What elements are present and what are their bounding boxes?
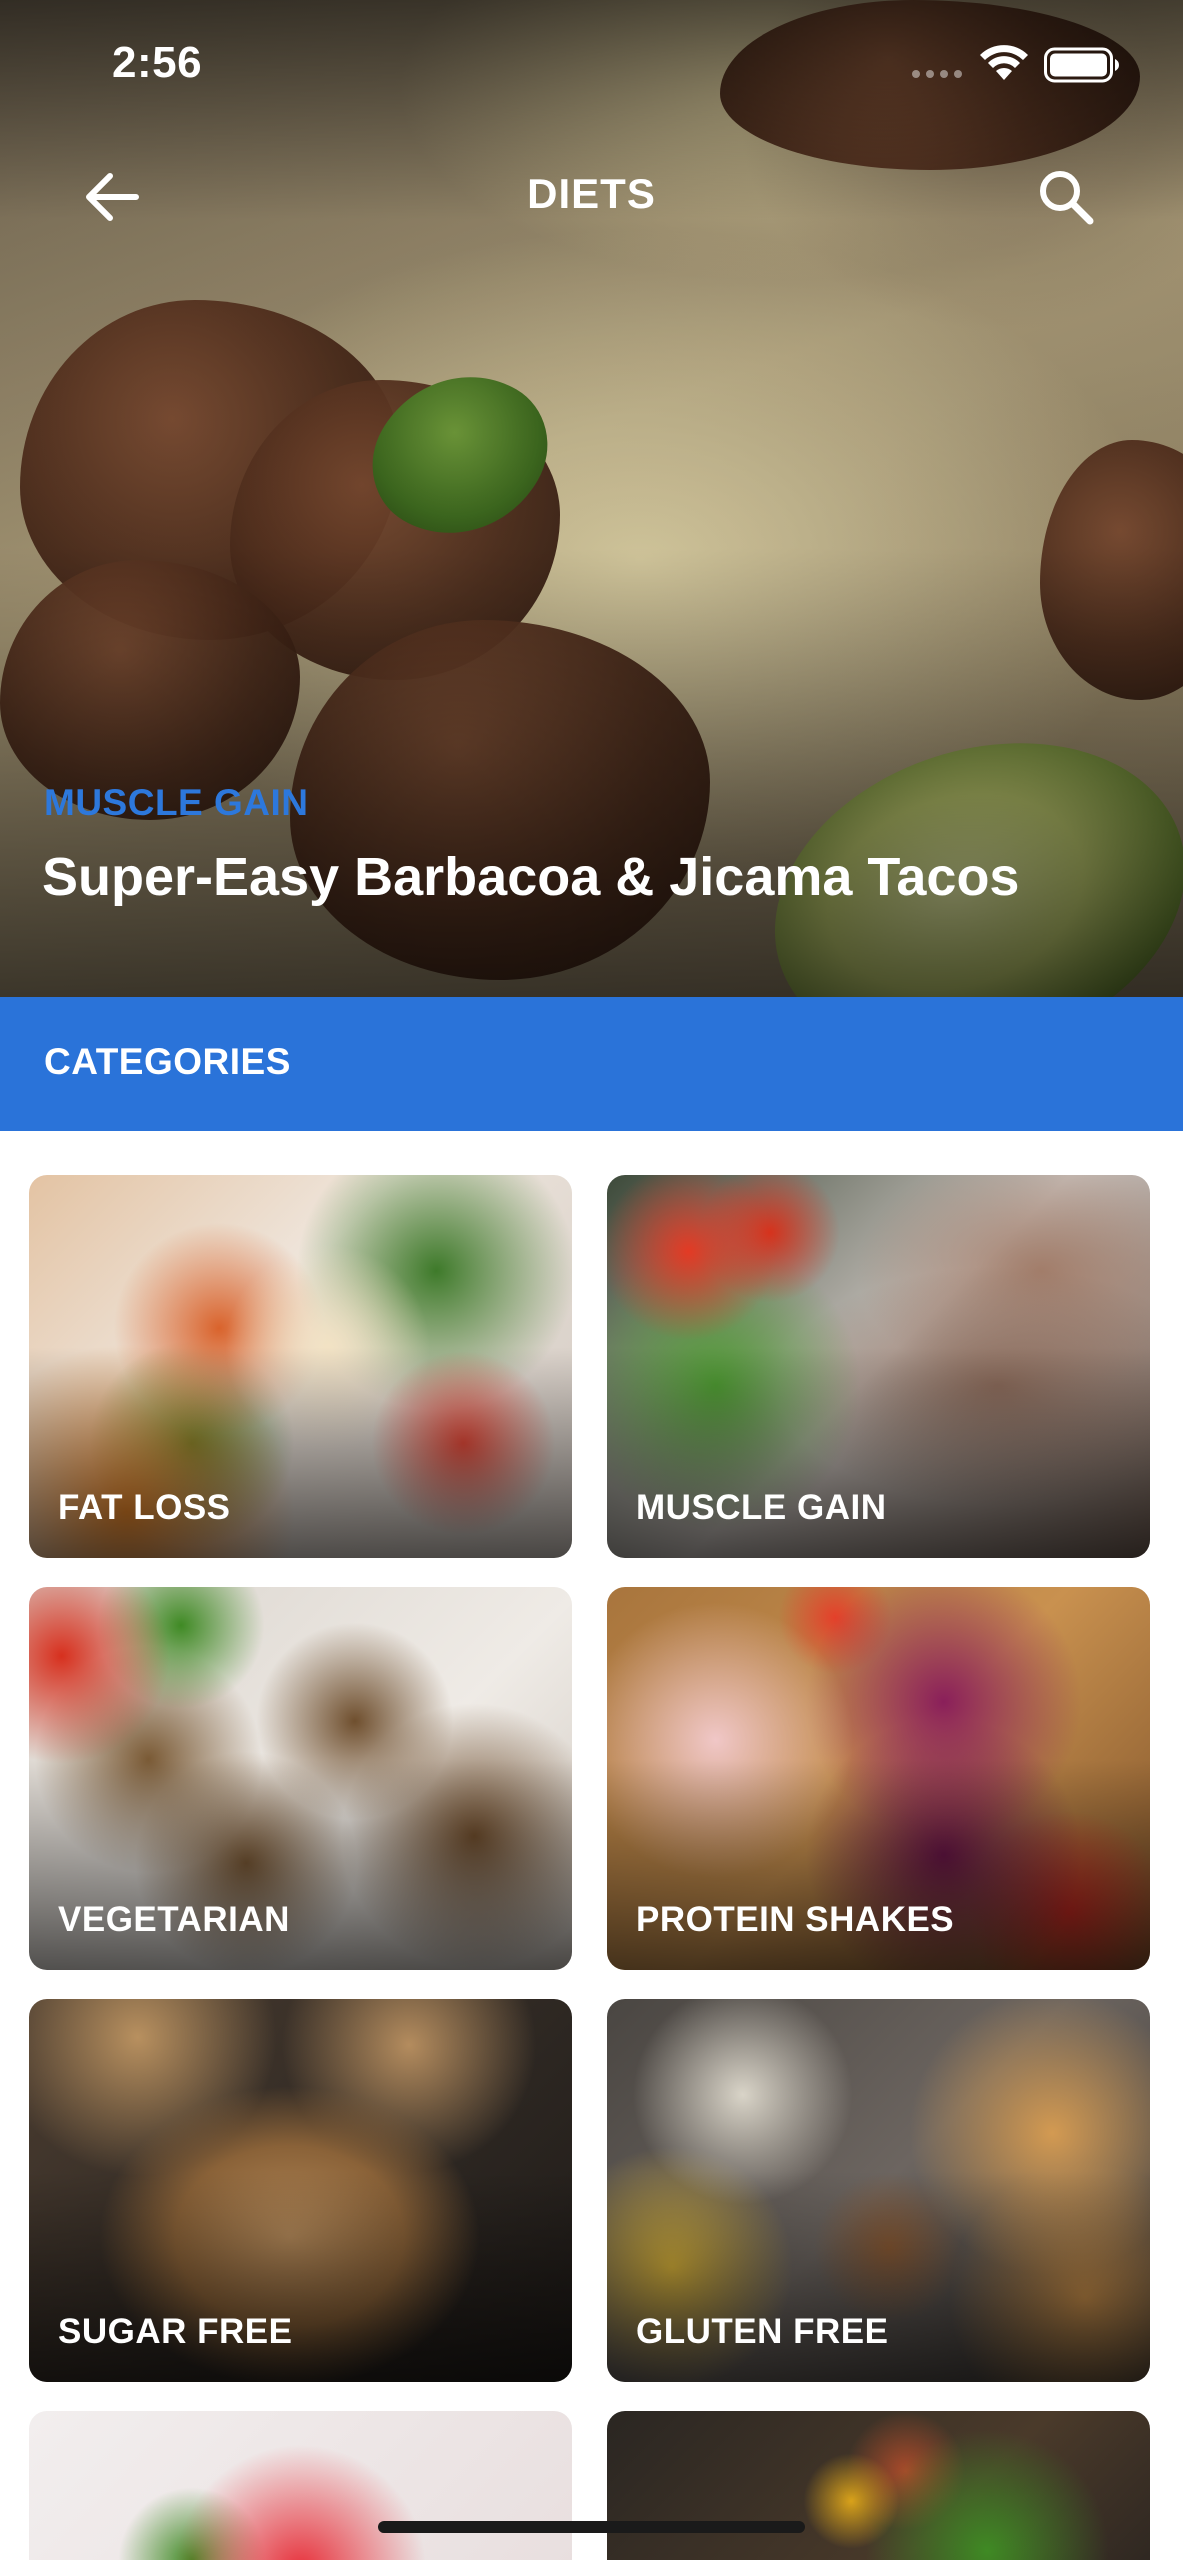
category-card-label: GLUTEN FREE bbox=[636, 2312, 889, 2351]
category-card-sugar-free[interactable]: SUGAR FREE bbox=[29, 1999, 572, 2382]
category-card-label: FAT LOSS bbox=[58, 1488, 231, 1527]
category-card-protein-shakes[interactable]: PROTEIN SHAKES bbox=[607, 1587, 1150, 1970]
category-card-muscle-gain[interactable]: MUSCLE GAIN bbox=[607, 1175, 1150, 1558]
search-icon bbox=[1040, 171, 1094, 225]
category-card-label: MUSCLE GAIN bbox=[636, 1488, 887, 1527]
cellular-signal-icon bbox=[912, 70, 962, 78]
home-indicator[interactable] bbox=[378, 2521, 805, 2533]
featured-recipe-hero[interactable]: 2:56 DIETS MUSCLE GAIN Super-Easy Barbac… bbox=[0, 0, 1183, 997]
page-title: DIETS bbox=[527, 170, 656, 217]
category-card-vegetarian[interactable]: VEGETARIAN bbox=[29, 1587, 572, 1970]
status-time: 2:56 bbox=[112, 38, 203, 87]
hero-recipe-title[interactable]: Super-Easy Barbacoa & Jicama Tacos bbox=[42, 846, 1019, 908]
category-card-label: SUGAR FREE bbox=[58, 2312, 293, 2351]
search-button[interactable] bbox=[1024, 155, 1108, 239]
category-card-partial[interactable] bbox=[607, 2411, 1150, 2560]
battery-icon bbox=[1044, 47, 1119, 83]
wifi-icon bbox=[980, 45, 1028, 80]
categories-header-label: CATEGORIES bbox=[44, 1041, 291, 1082]
category-card-partial[interactable] bbox=[29, 2411, 572, 2560]
category-card-gluten-free[interactable]: GLUTEN FREE bbox=[607, 1999, 1150, 2382]
categories-header: CATEGORIES bbox=[0, 997, 1183, 1131]
category-card-fat-loss[interactable]: FAT LOSS bbox=[29, 1175, 572, 1558]
hero-category-tag[interactable]: MUSCLE GAIN bbox=[44, 782, 309, 824]
category-card-label: VEGETARIAN bbox=[58, 1900, 290, 1939]
status-bar: 2:56 bbox=[0, 0, 1183, 130]
category-card-label: PROTEIN SHAKES bbox=[636, 1900, 955, 1939]
